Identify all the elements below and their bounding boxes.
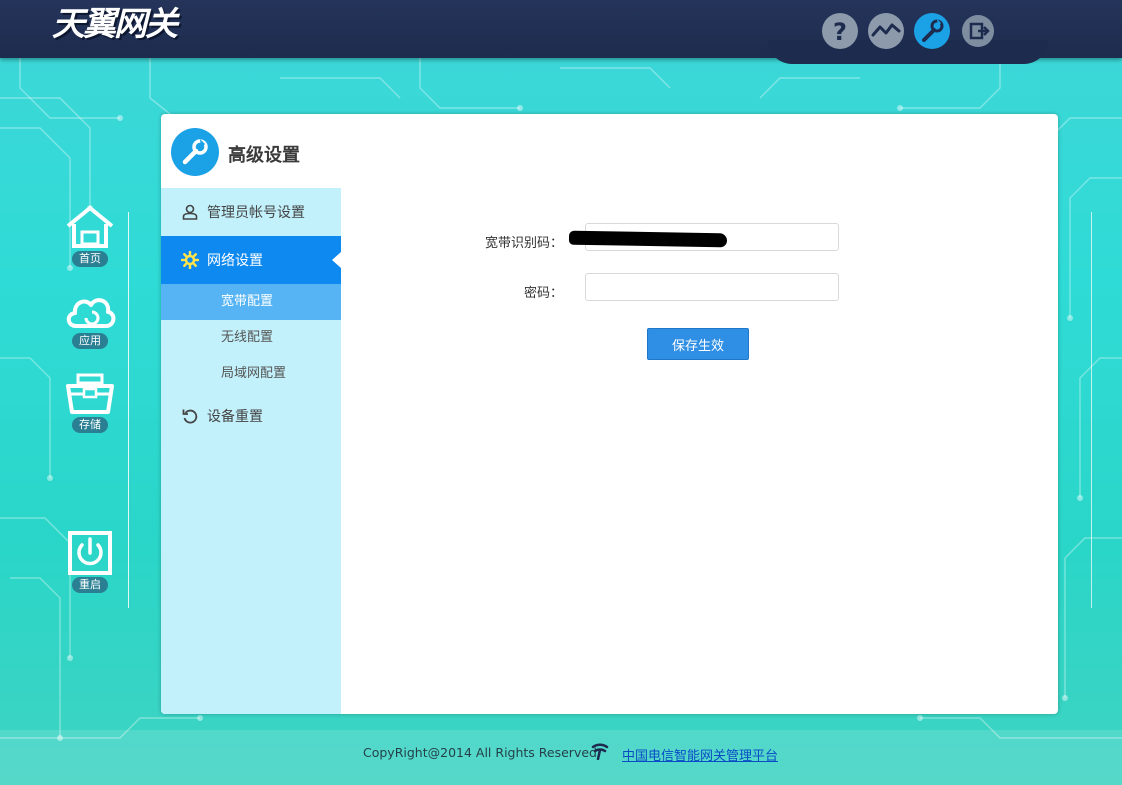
user-icon bbox=[180, 204, 200, 220]
storage-icon bbox=[66, 373, 114, 414]
menu-admin-account-label: 管理员帐号设置 bbox=[207, 205, 305, 221]
nav-home[interactable]: 首页 bbox=[60, 204, 120, 267]
submenu-lan[interactable]: 局域网配置 bbox=[161, 356, 341, 392]
redaction-mark bbox=[568, 230, 728, 248]
right-divider bbox=[1091, 212, 1092, 608]
advanced-settings-panel: 高级设置 管理员帐号设置 网络设置 宽带配置 无线配置 局域网配置 设备重置 宽… bbox=[161, 114, 1058, 714]
wrench-icon bbox=[171, 128, 219, 176]
rail-divider bbox=[128, 212, 129, 608]
china-telecom-logo-icon bbox=[591, 743, 609, 760]
gear-icon bbox=[180, 251, 200, 269]
platform-link[interactable]: 中国电信智能网关管理平台 bbox=[622, 745, 778, 764]
submenu-wireless[interactable]: 无线配置 bbox=[161, 320, 341, 356]
nav-apps[interactable]: 应用 bbox=[60, 288, 120, 349]
app-logo: 天翼网关 bbox=[52, 4, 178, 43]
password-label: 密码： bbox=[523, 286, 563, 301]
svg-text:?: ? bbox=[833, 18, 847, 46]
status-icon[interactable] bbox=[868, 13, 904, 49]
broadband-account-label: 宽带识别码： bbox=[484, 236, 563, 251]
settings-sidebar: 管理员帐号设置 网络设置 宽带配置 无线配置 局域网配置 设备重置 bbox=[161, 188, 341, 714]
nav-apps-label: 应用 bbox=[72, 333, 108, 349]
settings-icon[interactable] bbox=[914, 13, 950, 49]
page-title: 高级设置 bbox=[228, 145, 300, 166]
menu-device-reset[interactable]: 设备重置 bbox=[161, 392, 341, 440]
nav-storage[interactable]: 存储 bbox=[60, 372, 120, 433]
menu-network-settings[interactable]: 网络设置 bbox=[161, 236, 341, 284]
nav-reboot-label: 重启 bbox=[72, 577, 108, 593]
submenu-broadband[interactable]: 宽带配置 bbox=[161, 284, 341, 320]
menu-network-settings-label: 网络设置 bbox=[207, 253, 263, 269]
password-input[interactable] bbox=[585, 273, 839, 301]
nav-storage-label: 存储 bbox=[72, 417, 108, 433]
help-icon[interactable]: ? bbox=[822, 13, 858, 49]
power-icon bbox=[68, 531, 112, 575]
home-icon bbox=[66, 206, 114, 248]
nav-home-label: 首页 bbox=[72, 251, 108, 267]
menu-admin-account[interactable]: 管理员帐号设置 bbox=[161, 188, 341, 236]
reset-icon bbox=[180, 408, 200, 424]
top-bar-tab bbox=[768, 40, 1048, 64]
nav-reboot[interactable]: 重启 bbox=[60, 530, 120, 593]
logout-icon[interactable] bbox=[962, 15, 994, 47]
copyright-text: CopyRight@2014 All Rights Reserved bbox=[363, 745, 597, 760]
save-button[interactable]: 保存生效 bbox=[647, 328, 749, 360]
menu-device-reset-label: 设备重置 bbox=[207, 409, 263, 425]
cloud-icon bbox=[66, 298, 116, 328]
